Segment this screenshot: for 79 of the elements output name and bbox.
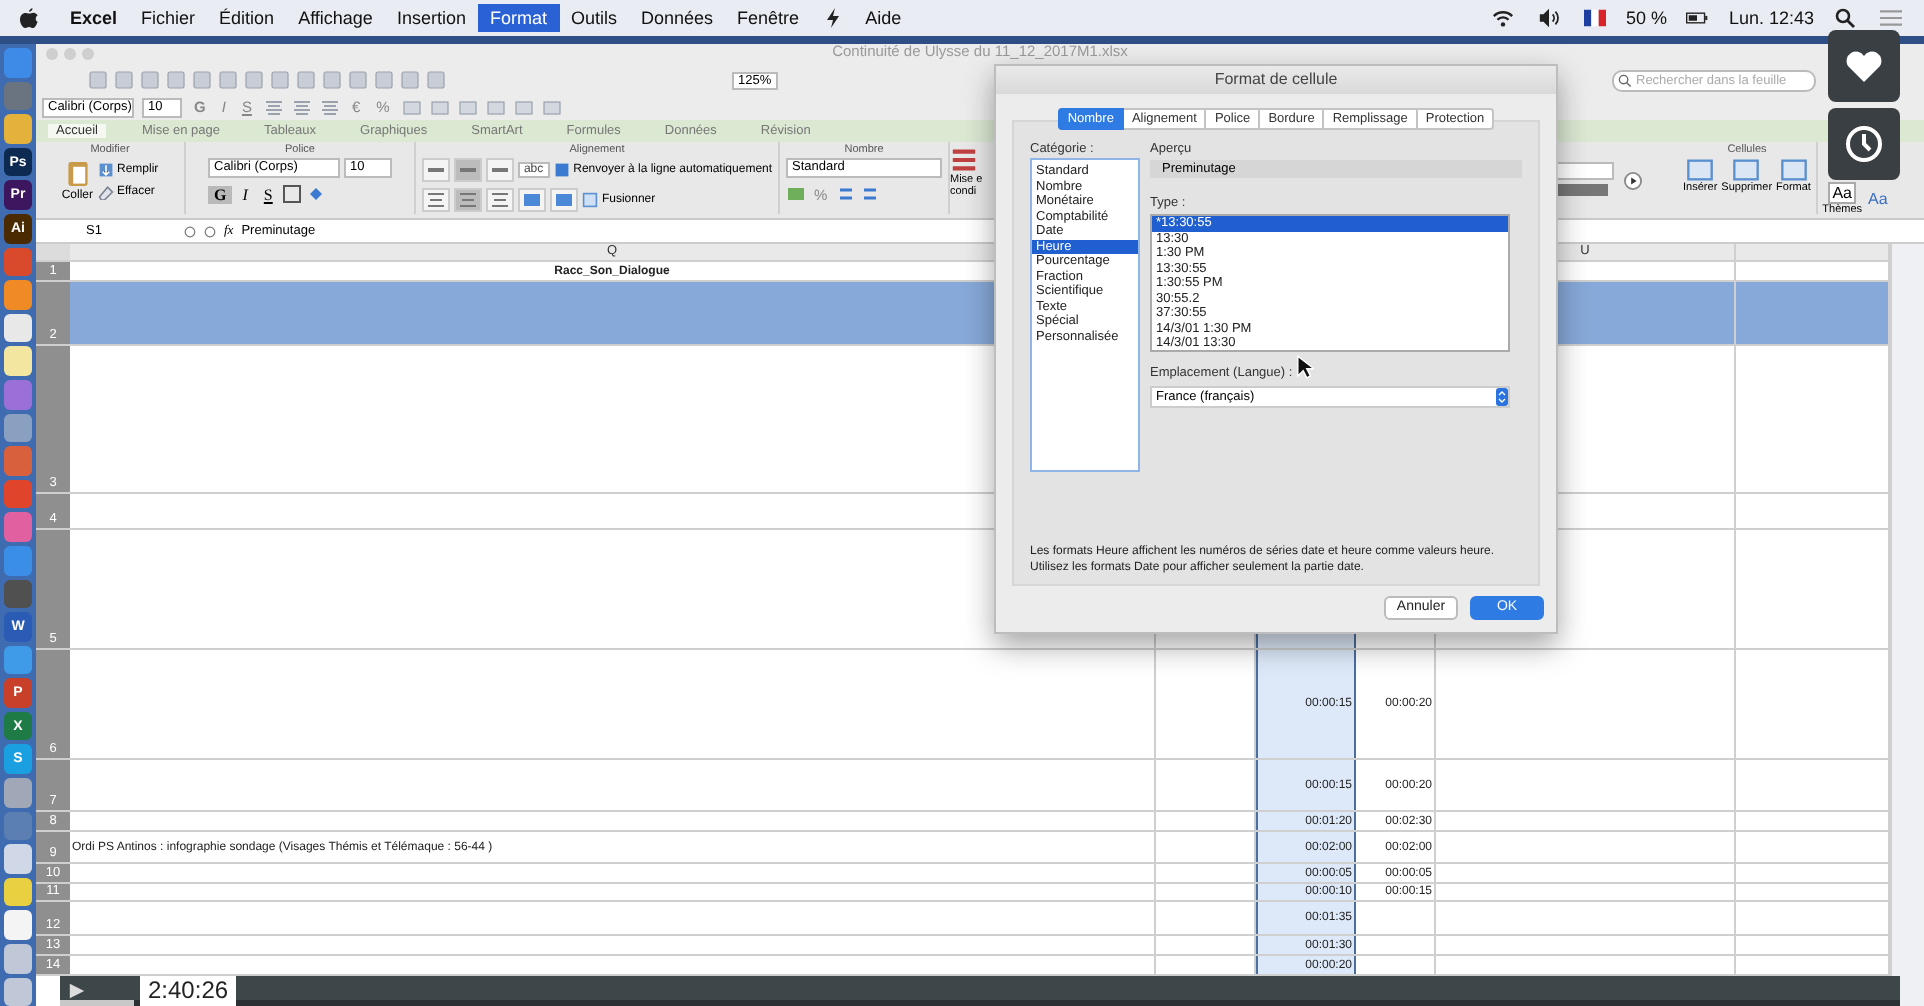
app-icon[interactable] <box>4 778 32 808</box>
indent-icon[interactable] <box>517 188 546 212</box>
toolbar-icon[interactable] <box>541 97 562 117</box>
toolbar-icon[interactable] <box>457 97 478 117</box>
style-button[interactable]: G <box>208 185 233 203</box>
indent-icon[interactable] <box>549 188 578 212</box>
toolbar-icon[interactable] <box>401 97 422 117</box>
merge-icon <box>581 192 598 208</box>
script-icon[interactable] <box>821 8 844 28</box>
app-icon[interactable] <box>4 413 32 443</box>
menu-icon[interactable] <box>1880 8 1902 28</box>
app-icon[interactable] <box>4 313 32 343</box>
eraser-icon <box>97 183 113 199</box>
cancel-icon[interactable] <box>184 225 196 237</box>
app-icon[interactable] <box>4 944 32 974</box>
table-icon <box>1686 158 1715 182</box>
search-icon[interactable] <box>1834 8 1856 28</box>
toolbar-icon[interactable] <box>485 97 506 117</box>
toolbar-icon[interactable] <box>513 97 534 117</box>
flag-icon[interactable] <box>1583 8 1606 28</box>
wifi-icon[interactable] <box>1491 8 1514 28</box>
app-icon[interactable] <box>4 114 32 144</box>
border-icon[interactable] <box>282 184 303 204</box>
battery-icon[interactable] <box>1686 8 1709 28</box>
app-icon[interactable] <box>4 346 32 376</box>
dialog-title: Format de cellule <box>996 66 1556 94</box>
app-icon[interactable] <box>4 977 32 1006</box>
app-icon[interactable] <box>4 877 32 907</box>
align-icon[interactable] <box>263 97 284 117</box>
fill-down-icon <box>97 161 113 177</box>
decimal-icon[interactable] <box>835 184 856 204</box>
search-icon <box>1618 73 1632 87</box>
conditional-format-icon[interactable] <box>950 146 978 174</box>
menu-item[interactable]: Affichage <box>286 4 385 32</box>
clock-icon <box>1844 124 1884 164</box>
table-icon <box>1779 158 1808 182</box>
fill-color-icon[interactable] <box>306 184 327 204</box>
menu-item[interactable]: Format <box>477 4 559 32</box>
align-icon[interactable] <box>319 97 340 117</box>
style-button[interactable]: S <box>257 185 279 203</box>
menu-item[interactable]: Outils <box>559 4 630 32</box>
menu-item[interactable]: Fichier <box>129 4 208 32</box>
vertical-scrollbar[interactable] <box>1890 244 1924 1006</box>
menu-item[interactable]: Édition <box>207 4 287 32</box>
clock[interactable]: Lun. 12:43 <box>1728 8 1814 28</box>
volume-icon[interactable] <box>1537 8 1560 28</box>
style-button[interactable]: I <box>236 185 254 203</box>
wrap-text-icon <box>553 162 570 178</box>
app-icon[interactable] <box>4 280 32 310</box>
video-time: 2:40:26 <box>140 976 237 1006</box>
app-icon[interactable] <box>4 910 32 941</box>
menu-item[interactable]: Insertion <box>384 4 478 32</box>
text-align-icon[interactable] <box>421 188 450 212</box>
align-icon[interactable] <box>291 97 312 117</box>
menu-item[interactable]: Excel <box>58 4 130 32</box>
heart-icon <box>1844 46 1884 86</box>
minimize-button[interactable] <box>64 48 76 60</box>
menu-item[interactable]: Aide <box>853 4 914 32</box>
table-icon <box>1732 158 1761 182</box>
watch-later-button[interactable] <box>1828 108 1900 180</box>
vertical-align-icon[interactable] <box>421 158 450 182</box>
confirm-icon[interactable] <box>204 225 216 237</box>
vertical-align-icon[interactable] <box>485 158 514 182</box>
vertical-align-icon[interactable] <box>453 158 482 182</box>
close-button[interactable] <box>46 48 58 60</box>
clipboard-icon <box>65 158 90 190</box>
app-icon[interactable] <box>4 844 32 874</box>
toolbar-icon[interactable] <box>429 97 450 117</box>
menu-item[interactable]: Données <box>629 4 726 32</box>
battery-percentage: 50 % <box>1625 8 1667 28</box>
text-align-icon[interactable] <box>453 188 482 212</box>
zoom-button[interactable] <box>82 48 94 60</box>
like-button[interactable] <box>1828 30 1900 102</box>
stepper-icon <box>1496 388 1508 406</box>
apple-logo-icon[interactable] <box>20 7 38 29</box>
decimal-icon[interactable] <box>859 184 880 204</box>
text-align-icon[interactable] <box>485 188 514 212</box>
menu-item[interactable]: Fenêtre <box>725 4 812 32</box>
fonts-button[interactable]: Aa <box>1866 190 1890 208</box>
